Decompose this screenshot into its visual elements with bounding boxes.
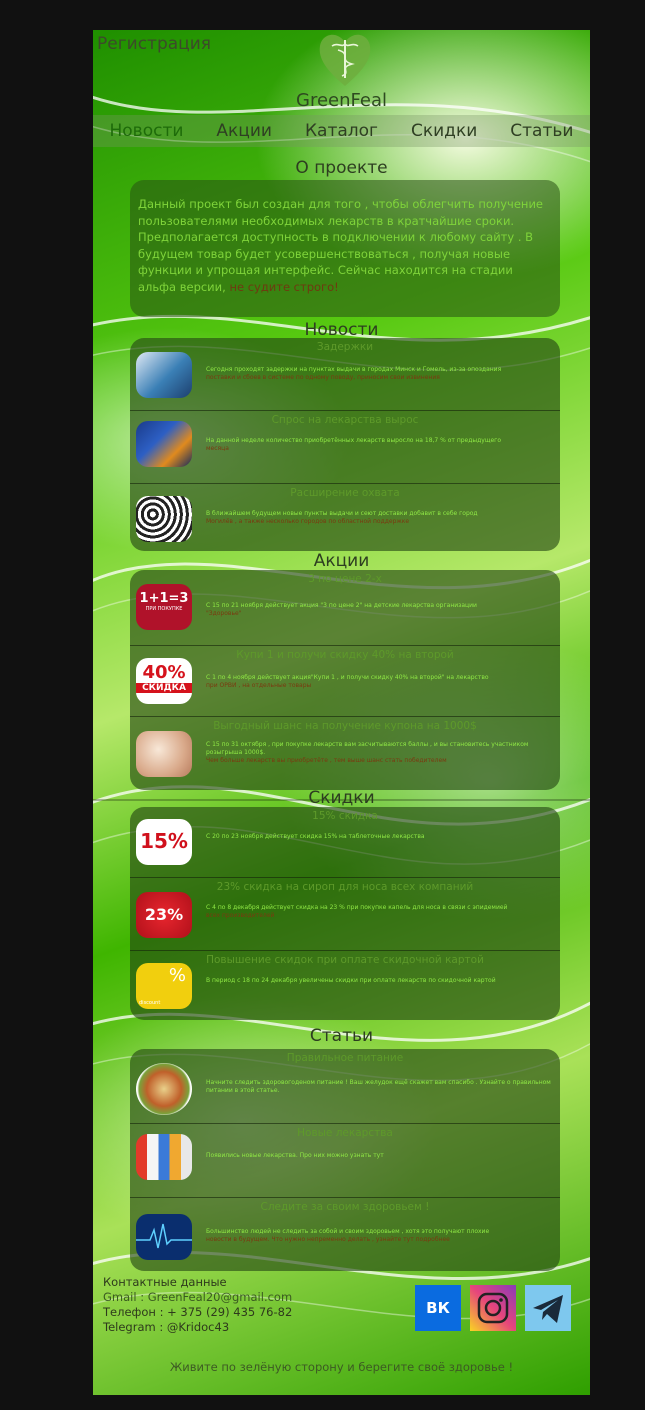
telegram-text[interactable]: Telegram : @Kridoc43 bbox=[103, 1320, 292, 1335]
phone-text[interactable]: Телефон : + 375 (29) 435 76-82 bbox=[103, 1305, 292, 1320]
discount-item-title: Повышение скидок при оплате скидочной ка… bbox=[206, 954, 484, 966]
nav-item-articles[interactable]: Статьи bbox=[510, 121, 573, 141]
news-item[interactable]: Расширение охвата В ближайшем будущем но… bbox=[130, 484, 560, 551]
disc1-label: 15% bbox=[140, 829, 188, 853]
register-link[interactable]: Регистрация bbox=[97, 34, 211, 54]
discount-item[interactable]: 15% скидка 15% С 20 по 23 ноября действу… bbox=[130, 807, 560, 878]
promo-item[interactable]: Выгодный шанс на получение купона на 100… bbox=[130, 717, 560, 790]
news-item-title: Задержки bbox=[316, 341, 374, 353]
promo1-line2: ПРИ ПОКУПКЕ bbox=[145, 606, 183, 612]
discounts-panel: 15% скидка 15% С 20 по 23 ноября действу… bbox=[130, 807, 560, 1020]
instagram-icon[interactable] bbox=[470, 1285, 516, 1331]
about-panel: Данный проект был создан для того , чтоб… bbox=[130, 180, 560, 317]
news-item-title: Расширение охвата bbox=[290, 487, 400, 499]
discount-item-title: 15% скидка bbox=[312, 810, 378, 822]
contacts: Контактные данные Gmail : GreenFeal20@gm… bbox=[103, 1275, 292, 1335]
article-item-title: Правильное питание bbox=[286, 1052, 404, 1064]
money-image bbox=[136, 731, 192, 777]
promos-title: Акции bbox=[313, 551, 370, 571]
discounts-title: Скидки bbox=[308, 788, 375, 808]
articles-panel: Правильное питание Начните следить здоро… bbox=[130, 1049, 560, 1271]
page: Регистрация GreenFeal Новости Акции Ката… bbox=[93, 30, 590, 1395]
about-text: Данный проект был создан для того , чтоб… bbox=[138, 197, 543, 294]
vk-icon[interactable]: ВК bbox=[415, 1285, 461, 1331]
news-item-text: В ближайшем будущем новые пункты выдачи … bbox=[206, 510, 478, 517]
promo-item-text: С 1 по 4 ноября действует акция"Купи 1 ,… bbox=[206, 674, 489, 681]
promo-item-title: Выгодный шанс на получение купона на 100… bbox=[213, 720, 477, 732]
news-item-text-dim: месяца bbox=[206, 445, 229, 452]
about-text-dim: не судите строго! bbox=[229, 279, 339, 294]
article-item[interactable]: Новые лекарства Появились новые лекарств… bbox=[130, 1124, 560, 1198]
article-item[interactable]: Правильное питание Начните следить здоро… bbox=[130, 1049, 560, 1124]
disc3-label: discount bbox=[139, 1000, 161, 1006]
nav-item-news[interactable]: Новости bbox=[110, 121, 184, 141]
slogan: Живите по зелёную сторону и берегите сво… bbox=[169, 1360, 514, 1374]
promos-panel: 3 по цене 2-х 1+1=3 ПРИ ПОКУПКЕ С 15 по … bbox=[130, 570, 560, 790]
discount-card-image: % discount bbox=[136, 963, 192, 1009]
news-item-text: Сегодня проходят задержки на пунктах выд… bbox=[206, 366, 502, 373]
promo2-top: 40% bbox=[142, 662, 186, 683]
promo-item-text-dim: при ОРВИ , на отдельные товары bbox=[206, 682, 312, 689]
food-image bbox=[136, 1063, 192, 1115]
discount-item-text: С 20 по 23 ноября действует скидка 15% н… bbox=[206, 833, 425, 840]
promo-item-text-dim: "Здоровье" bbox=[206, 610, 242, 617]
discount-item[interactable]: 23% скидка на сироп для носа всех компан… bbox=[130, 878, 560, 951]
promo-item-text: С 15 по 21 ноября действует акция "3 по … bbox=[206, 602, 477, 609]
discount-15-image: 15% bbox=[136, 819, 192, 865]
article-item-title: Новые лекарства bbox=[297, 1127, 393, 1139]
lab-image bbox=[136, 352, 192, 398]
promo-item-text: С 15 по 31 октября , при покупке лекарст… bbox=[206, 741, 529, 756]
nav-item-promos[interactable]: Акции bbox=[216, 121, 272, 141]
news-item-text-dim: Могилёв , а также несколько городов по о… bbox=[206, 518, 410, 525]
news-panel: Задержки Сегодня проходят задержки на пу… bbox=[130, 338, 560, 551]
promo-item-title: 3 по цене 2-х bbox=[308, 573, 382, 585]
contacts-title: Контактные данные bbox=[103, 1275, 227, 1289]
news-item-text-dim: поставки и сбоев в системе по одному пов… bbox=[206, 374, 440, 381]
discount-23-image: 23% bbox=[136, 892, 192, 938]
article-item-text: Появились новые лекарства. Про них можно… bbox=[206, 1152, 384, 1159]
heartbeat-image bbox=[136, 1214, 192, 1260]
article-item-title: Следите за своим здоровьем ! bbox=[260, 1201, 430, 1213]
news-item-text: На данной неделе количество приобретённы… bbox=[206, 437, 502, 444]
disc2-label: 23% bbox=[144, 905, 184, 924]
discount-item-title: 23% скидка на сироп для носа всех компан… bbox=[216, 881, 474, 893]
nav-item-catalog[interactable]: Каталог bbox=[305, 121, 378, 141]
news-item[interactable]: Спрос на лекарства вырос На данной недел… bbox=[130, 411, 560, 484]
promo-1plus1-image: 1+1=3 ПРИ ПОКУПКЕ bbox=[136, 584, 192, 630]
articles-title: Статьи bbox=[309, 1026, 374, 1046]
telegram-icon[interactable] bbox=[525, 1285, 571, 1331]
heart-caduceus-icon bbox=[318, 30, 372, 88]
article-item-text: Начните следить здоровогоденом питание !… bbox=[206, 1079, 551, 1094]
news-item[interactable]: Задержки Сегодня проходят задержки на пу… bbox=[130, 338, 560, 411]
promo1-line1: 1+1=3 bbox=[139, 591, 189, 606]
about-title: О проекте bbox=[295, 158, 388, 178]
article-item-text: Большинство людей не следить за собой и … bbox=[206, 1228, 490, 1235]
brand-title: GreenFeal bbox=[296, 90, 387, 111]
market-chart-image bbox=[136, 421, 192, 467]
pills-image bbox=[136, 496, 192, 542]
promo-item-text-dim: Чем больше лекарств вы приобретёте , тем… bbox=[206, 757, 447, 764]
promo-item[interactable]: 3 по цене 2-х 1+1=3 ПРИ ПОКУПКЕ С 15 по … bbox=[130, 570, 560, 646]
article-item[interactable]: Следите за своим здоровьем ! Большинство… bbox=[130, 1198, 560, 1271]
nav-item-discounts[interactable]: Скидки bbox=[411, 121, 477, 141]
main-nav: Новости Акции Каталог Скидки Статьи bbox=[93, 115, 590, 147]
article-item-text-dim: новости в будущем. Что нужно непременно … bbox=[206, 1236, 450, 1243]
promo2-bottom: СКИДКА bbox=[136, 683, 192, 693]
promo-40-image: 40% СКИДКА bbox=[136, 658, 192, 704]
email-text[interactable]: Gmail : GreenFeal20@gmail.com bbox=[103, 1290, 292, 1305]
discount-item-text: В период с 18 по 24 декабря увеличены ск… bbox=[206, 977, 496, 984]
promo-item[interactable]: Купи 1 и получи скидку 40% на второй 40%… bbox=[130, 646, 560, 717]
discount-item-text-dim: всех производителей bbox=[206, 912, 275, 919]
medicine-bottles-image bbox=[136, 1134, 192, 1180]
discount-item[interactable]: Повышение скидок при оплате скидочной ка… bbox=[130, 951, 560, 1020]
discount-item-text: С 4 по 8 декабря действует скидка на 23 … bbox=[206, 904, 508, 911]
news-item-title: Спрос на лекарства вырос bbox=[271, 414, 419, 426]
news-title: Новости bbox=[304, 320, 379, 340]
promo-item-title: Купи 1 и получи скидку 40% на второй bbox=[236, 649, 454, 661]
